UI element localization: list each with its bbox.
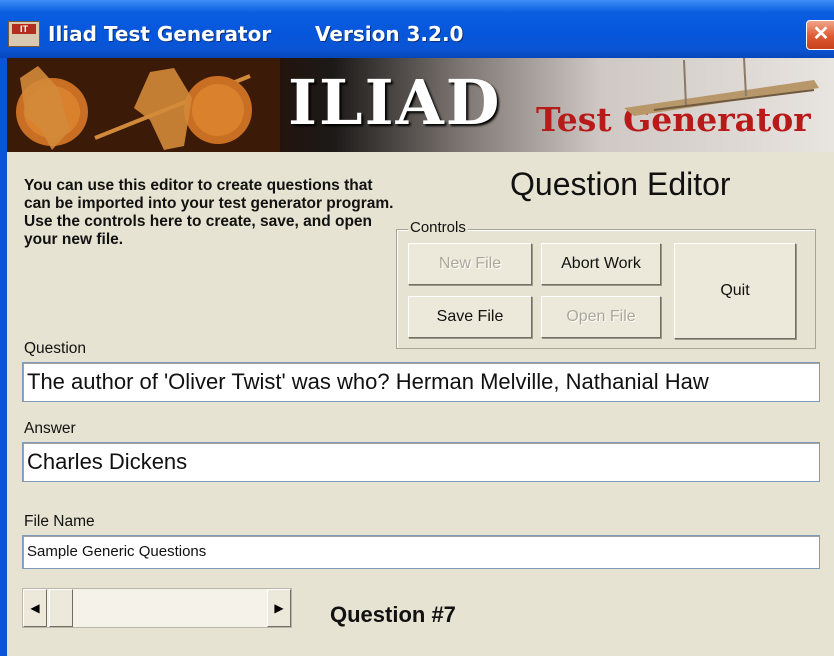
controls-legend: Controls <box>408 219 468 236</box>
scroll-thumb[interactable] <box>49 589 73 627</box>
question-scrollbar[interactable]: ◀ ▶ <box>22 588 292 628</box>
iliad-logo: ILIAD <box>288 66 502 139</box>
answer-label: Answer <box>24 420 76 437</box>
quit-button[interactable]: Quit <box>674 243 796 339</box>
scroll-left-icon[interactable]: ◀ <box>23 589 47 627</box>
iliad-banner: ILIAD Test Generator <box>0 58 834 152</box>
window-frame-left <box>0 58 7 656</box>
question-label: Question <box>24 340 87 357</box>
question-number: Question #7 <box>330 602 456 627</box>
save-file-button[interactable]: Save File <box>408 296 532 338</box>
trireme-ship-image <box>624 58 819 116</box>
scroll-right-icon[interactable]: ▶ <box>267 589 291 627</box>
intro-text: You can use this editor to create questi… <box>24 177 394 248</box>
file-name-input[interactable]: Sample Generic Questions <box>22 535 820 569</box>
title-bar[interactable]: IT Iliad Test Generator Version 3.2.0 ✕ <box>0 0 834 58</box>
file-name-label: File Name <box>24 513 95 530</box>
new-file-button[interactable]: New File <box>408 243 532 285</box>
window-title: Iliad Test Generator <box>48 22 272 46</box>
app-icon[interactable]: IT <box>8 21 40 47</box>
answer-input[interactable]: Charles Dickens <box>22 442 820 482</box>
open-file-button[interactable]: Open File <box>541 296 661 338</box>
question-input[interactable]: The author of 'Oliver Twist' was who? He… <box>22 362 820 402</box>
version-label: Version 3.2.0 <box>315 22 464 46</box>
page-title: Question Editor <box>510 166 731 202</box>
close-button[interactable]: ✕ <box>806 20 834 50</box>
abort-work-button[interactable]: Abort Work <box>541 243 661 285</box>
greek-warriors-image <box>0 58 280 152</box>
